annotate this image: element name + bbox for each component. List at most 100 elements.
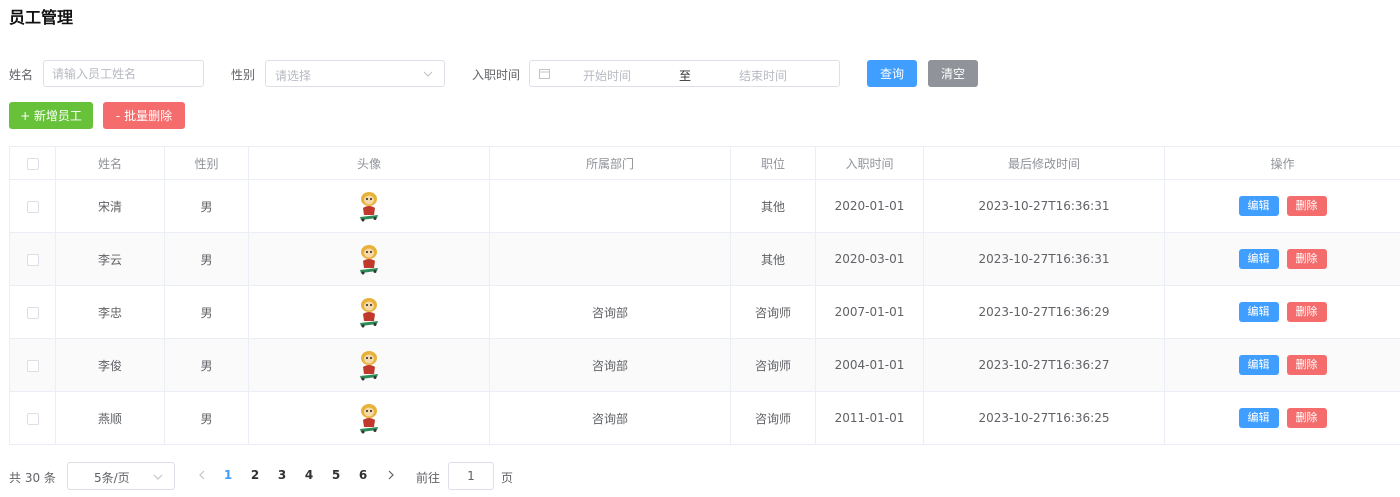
- cell-entry-date: 2004-01-01: [815, 338, 924, 392]
- cell-gender: 男: [164, 232, 249, 286]
- clear-button[interactable]: 清空: [928, 60, 978, 87]
- delete-button[interactable]: 删除: [1286, 249, 1327, 269]
- cell-updated-time: 2023-10-27T16:36:27: [923, 338, 1165, 392]
- cell-department: 咨询部: [489, 391, 731, 445]
- page-3[interactable]: 3: [274, 468, 290, 482]
- delete-button[interactable]: 删除: [1286, 355, 1327, 375]
- cell-entry-date: 2011-01-01: [815, 391, 924, 445]
- edit-button[interactable]: 编辑: [1238, 196, 1279, 216]
- page-6[interactable]: 6: [355, 468, 371, 482]
- date-start-input[interactable]: 开始时间: [583, 67, 631, 84]
- edit-button[interactable]: 编辑: [1238, 302, 1279, 322]
- cell-actions: 编辑 删除: [1164, 338, 1400, 392]
- avatar-icon: [360, 351, 378, 381]
- row-checkbox[interactable]: [26, 306, 39, 319]
- cell-department: 咨询部: [489, 338, 731, 392]
- cell-name: 李云: [55, 232, 165, 286]
- page-5[interactable]: 5: [328, 468, 344, 482]
- chevron-down-icon: [423, 71, 433, 77]
- cell-name: 燕顺: [55, 391, 165, 445]
- row-select-cell: [9, 285, 56, 339]
- cell-entry-date: 2007-01-01: [815, 285, 924, 339]
- column-header: 性别: [164, 146, 249, 180]
- column-header: 最后修改时间: [923, 146, 1165, 180]
- cell-actions: 编辑 删除: [1164, 391, 1400, 445]
- add-employee-button[interactable]: + 新增员工: [9, 102, 93, 129]
- table-row[interactable]: 李忠 男 咨询部 咨询师 2007-01-01 2023-10-27T16:36…: [9, 285, 1400, 339]
- entry-date-range-picker[interactable]: 开始时间 至 结束时间: [529, 60, 840, 87]
- cell-entry-date: 2020-03-01: [815, 232, 924, 286]
- cell-avatar: [248, 179, 490, 233]
- cell-updated-time: 2023-10-27T16:36:31: [923, 232, 1165, 286]
- column-header: 职位: [730, 146, 816, 180]
- pagination-total: 共 30 条: [9, 471, 56, 485]
- cell-gender: 男: [164, 179, 249, 233]
- page-size-select[interactable]: 5条/页: [67, 462, 175, 490]
- cell-name: 李俊: [55, 338, 165, 392]
- page-1[interactable]: 1: [220, 468, 236, 482]
- batch-delete-button[interactable]: - 批量删除: [103, 102, 185, 129]
- cell-position: 咨询师: [730, 338, 816, 392]
- entry-date-label: 入职时间: [472, 68, 521, 82]
- delete-button[interactable]: 删除: [1286, 408, 1327, 428]
- table-row[interactable]: 李云 男 其他 2020-03-01 2023-10-27T16:36:31 编…: [9, 232, 1400, 286]
- goto-page-input[interactable]: [448, 462, 494, 490]
- cell-entry-date: 2020-01-01: [815, 179, 924, 233]
- cell-position: 咨询师: [730, 391, 816, 445]
- gender-select[interactable]: 请选择: [265, 60, 445, 87]
- chevron-down-icon: [153, 474, 163, 480]
- column-header: 姓名: [55, 146, 165, 180]
- row-checkbox[interactable]: [26, 412, 39, 425]
- row-checkbox[interactable]: [26, 200, 39, 213]
- cell-updated-time: 2023-10-27T16:36:31: [923, 179, 1165, 233]
- avatar-icon: [360, 245, 378, 275]
- column-header: 头像: [248, 146, 490, 180]
- gender-select-placeholder: 请选择: [275, 69, 312, 83]
- cell-avatar: [248, 285, 490, 339]
- cell-avatar: [248, 391, 490, 445]
- row-select-cell: [9, 338, 56, 392]
- column-header: 所属部门: [489, 146, 731, 180]
- edit-button[interactable]: 编辑: [1238, 408, 1279, 428]
- delete-button[interactable]: 删除: [1286, 196, 1327, 216]
- cell-position: 其他: [730, 232, 816, 286]
- cell-updated-time: 2023-10-27T16:36:29: [923, 285, 1165, 339]
- employee-table: 姓名 性别 头像 所属部门 职位 入职时间 最后修改时间 操作 宋清 男 其他: [9, 146, 1400, 445]
- goto-label: 前往: [416, 471, 441, 485]
- delete-button[interactable]: 删除: [1286, 302, 1327, 322]
- row-select-cell: [9, 232, 56, 286]
- table-row[interactable]: 李俊 男 咨询部 咨询师 2004-01-01 2023-10-27T16:36…: [9, 338, 1400, 392]
- row-checkbox[interactable]: [26, 253, 39, 266]
- gender-label: 性别: [231, 68, 256, 82]
- date-separator: 至: [679, 69, 692, 83]
- cell-department: [489, 232, 731, 286]
- column-header: 操作: [1164, 146, 1400, 180]
- date-end-input[interactable]: 结束时间: [739, 67, 787, 84]
- calendar-icon: [539, 69, 550, 79]
- select-all-checkbox[interactable]: [26, 157, 39, 170]
- name-search-input[interactable]: [43, 60, 204, 87]
- next-page-icon[interactable]: [385, 468, 397, 482]
- table-row[interactable]: 宋清 男 其他 2020-01-01 2023-10-27T16:36:31 编…: [9, 179, 1400, 233]
- table-header-row: 姓名 性别 头像 所属部门 职位 入职时间 最后修改时间 操作: [9, 146, 1400, 180]
- page-4[interactable]: 4: [301, 468, 317, 482]
- cell-position: 其他: [730, 179, 816, 233]
- edit-button[interactable]: 编辑: [1238, 355, 1279, 375]
- row-checkbox[interactable]: [26, 359, 39, 372]
- cell-name: 李忠: [55, 285, 165, 339]
- row-select-cell: [9, 179, 56, 233]
- select-all-cell: [9, 146, 56, 180]
- edit-button[interactable]: 编辑: [1238, 249, 1279, 269]
- cell-gender: 男: [164, 285, 249, 339]
- table-row[interactable]: 燕顺 男 咨询部 咨询师 2011-01-01 2023-10-27T16:36…: [9, 391, 1400, 445]
- column-header: 入职时间: [815, 146, 924, 180]
- cell-actions: 编辑 删除: [1164, 285, 1400, 339]
- cell-updated-time: 2023-10-27T16:36:25: [923, 391, 1165, 445]
- prev-page-icon[interactable]: [196, 468, 208, 482]
- page-2[interactable]: 2: [247, 468, 263, 482]
- cell-position: 咨询师: [730, 285, 816, 339]
- row-select-cell: [9, 391, 56, 445]
- query-button[interactable]: 查询: [867, 60, 917, 87]
- cell-actions: 编辑 删除: [1164, 232, 1400, 286]
- cell-department: 咨询部: [489, 285, 731, 339]
